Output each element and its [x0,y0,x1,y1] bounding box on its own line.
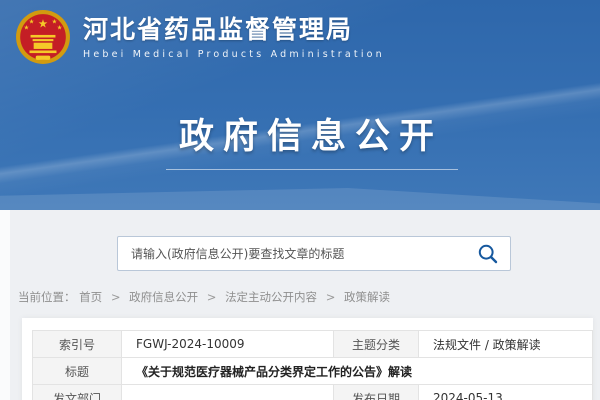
search-input[interactable] [118,237,510,270]
site-title: 河北省药品监督管理局 [83,14,385,45]
title-underline [166,169,458,170]
breadcrumb-prefix: 当前位置： [18,290,76,304]
field-value-title: 《关于规范医疗器械产品分类界定工作的公告》解读 [122,358,593,385]
breadcrumb-disclosure-link[interactable]: 法定主动公开内容 [225,290,317,304]
brand-text: 河北省药品监督管理局 Hebei Medical Products Admini… [83,14,385,59]
document-card: 索引号 FGWJ-2024-10009 主题分类 法规文件 / 政策解读 标题 … [22,318,593,400]
svg-text:★: ★ [38,17,48,31]
breadcrumb: 当前位置： 首页 > 政府信息公开 > 法定主动公开内容 > 政策解读 [18,289,390,305]
breadcrumb-policy-link[interactable]: 政策解读 [344,290,390,304]
site-subtitle: Hebei Medical Products Administration [83,49,385,60]
field-value-index-number: FGWJ-2024-10009 [122,331,334,358]
field-label-index-number: 索引号 [33,331,122,358]
document-info-table: 索引号 FGWJ-2024-10009 主题分类 法规文件 / 政策解读 标题 … [32,330,593,400]
page-margin-strip [0,210,10,400]
svg-text:★: ★ [24,25,30,32]
hero-banner: ★ ★ ★ ★ ★ 河北省药品监督管理局 Hebei Medical Produ… [0,0,600,210]
breadcrumb-separator: > [111,290,121,304]
china-national-emblem-icon: ★ ★ ★ ★ ★ [15,9,71,65]
svg-text:★: ★ [29,19,35,26]
field-value-publish-date: 2024-05-13 [419,385,593,400]
svg-text:★: ★ [57,25,63,32]
table-row: 索引号 FGWJ-2024-10009 主题分类 法规文件 / 政策解读 [33,331,593,358]
field-label-title: 标题 [33,358,122,385]
search-icon [477,243,499,265]
field-value-issuing-department [122,385,334,400]
breadcrumb-gov-info-link[interactable]: 政府信息公开 [129,290,198,304]
field-label-issuing-department: 发文部门 [33,385,122,400]
page-title: 政府信息公开 [0,108,600,159]
field-label-topic-category: 主题分类 [334,331,419,358]
field-label-publish-date: 发布日期 [334,385,419,400]
table-row: 发文部门 发布日期 2024-05-13 [33,385,593,400]
search-button[interactable] [476,243,500,267]
breadcrumb-separator: > [326,290,336,304]
breadcrumb-separator: > [207,290,217,304]
search-box [117,236,511,271]
table-row: 标题 《关于规范医疗器械产品分类界定工作的公告》解读 [33,358,593,385]
page: ★ ★ ★ ★ ★ 河北省药品监督管理局 Hebei Medical Produ… [0,0,600,400]
site-logo[interactable]: ★ ★ ★ ★ ★ 河北省药品监督管理局 Hebei Medical Produ… [15,9,385,65]
breadcrumb-home-link[interactable]: 首页 [79,290,102,304]
field-value-topic-category: 法规文件 / 政策解读 [419,331,593,358]
